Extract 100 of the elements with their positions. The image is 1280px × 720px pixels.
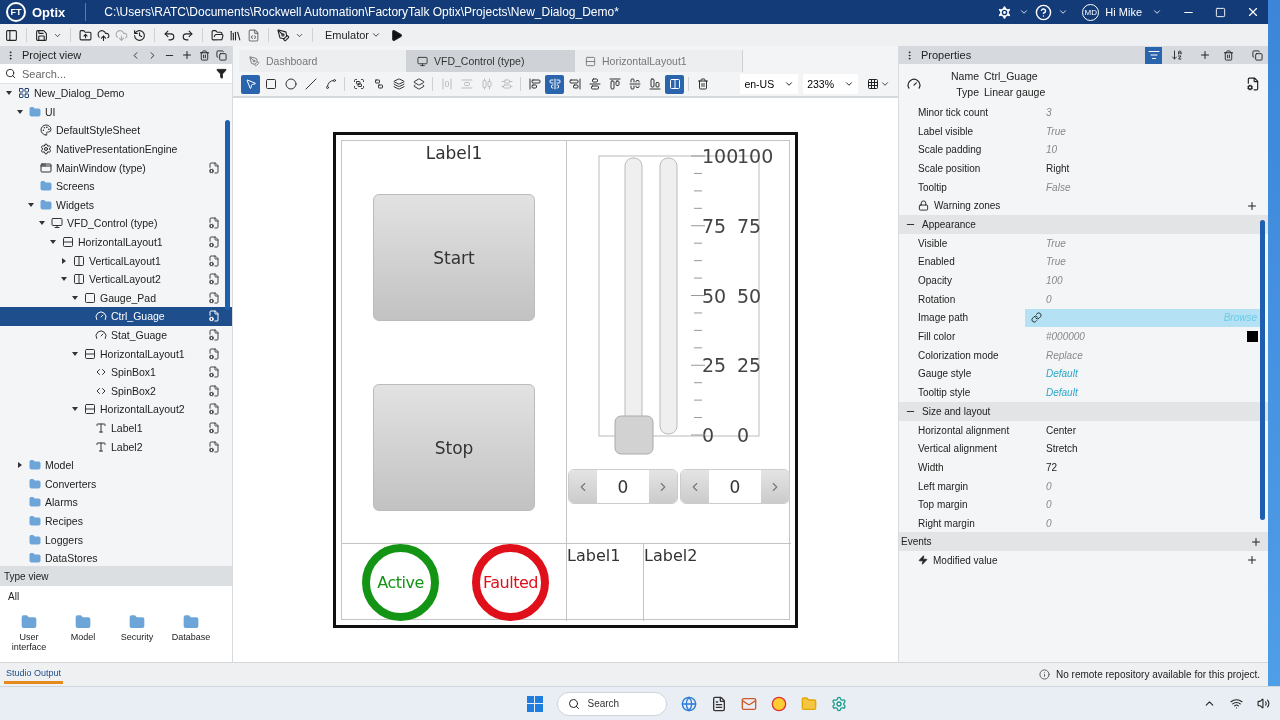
tool-button[interactable] [545, 74, 564, 94]
filter-label[interactable]: All [0, 586, 232, 606]
caret-icon[interactable] [28, 202, 34, 207]
tree-item[interactable]: UI [0, 102, 232, 122]
help-icon[interactable] [1035, 3, 1053, 21]
type-item[interactable]: Model [58, 614, 108, 643]
delete-icon[interactable] [1223, 49, 1234, 61]
caret-icon[interactable] [72, 351, 78, 356]
settings-icon[interactable] [996, 3, 1014, 21]
add-icon[interactable] [181, 49, 193, 61]
type-item[interactable]: Database [166, 614, 216, 643]
tree-item[interactable]: SpinBox2 [0, 381, 232, 401]
document-icon[interactable] [710, 695, 727, 712]
tree-item[interactable]: VerticalLayout2 [0, 269, 232, 289]
wifi-icon[interactable] [1230, 697, 1243, 710]
property-value[interactable]: #000000 [1025, 327, 1258, 346]
settings-file-icon[interactable] [1246, 76, 1260, 91]
caret-icon[interactable] [61, 277, 67, 282]
property-value[interactable]: Stretch [1025, 439, 1258, 458]
caret-icon[interactable] [62, 257, 66, 264]
add-icon[interactable] [1250, 535, 1262, 548]
property-group-row[interactable]: Warning zones [899, 196, 1268, 216]
scrollbar[interactable] [225, 120, 230, 310]
settings-file-icon[interactable] [208, 422, 220, 434]
property-value[interactable]: 0 [1025, 290, 1258, 309]
tree-item[interactable]: VFD_Control (type) [0, 214, 232, 233]
tree-item[interactable]: HorizontalLayout1 [0, 344, 232, 363]
caret-icon[interactable] [39, 221, 45, 226]
caret-icon[interactable] [72, 295, 78, 300]
property-value[interactable]: 0 [1025, 495, 1258, 514]
tree-item[interactable]: NativePresentationEngine [0, 139, 232, 159]
close-icon[interactable] [1246, 5, 1260, 19]
section-header[interactable]: Size and layout [899, 402, 1268, 421]
tree-item[interactable]: New_Dialog_Demo [0, 84, 232, 103]
scrollbar[interactable] [1260, 220, 1265, 520]
pen-icon[interactable] [277, 28, 290, 42]
type-item[interactable]: Security [112, 614, 162, 643]
tree-item[interactable]: Gauge_Pad [0, 288, 232, 308]
tree-item[interactable]: Loggers [0, 530, 232, 549]
panels-icon[interactable] [5, 28, 18, 42]
settings-file-icon[interactable] [208, 366, 220, 379]
property-value[interactable]: 0 [1025, 477, 1258, 496]
search-field[interactable]: Search [585, 697, 646, 710]
search-field[interactable]: Search... [20, 66, 212, 81]
add-icon[interactable] [1246, 554, 1258, 567]
caret-icon[interactable] [50, 240, 56, 245]
tree-item[interactable]: DataStores [0, 548, 232, 566]
settings-file-icon[interactable] [208, 329, 220, 341]
editor-tab[interactable]: HorizontalLayout1 [575, 50, 743, 72]
globe-icon[interactable] [680, 695, 697, 712]
tree-item[interactable]: Converters [0, 474, 232, 494]
zoom-dropdown[interactable]: 233% [803, 74, 858, 94]
property-value[interactable]: Center [1025, 421, 1258, 440]
editor-tab[interactable]: Dashboard [239, 50, 407, 72]
settings-file-icon[interactable] [208, 440, 220, 453]
caret-icon[interactable] [1058, 7, 1069, 17]
design-button[interactable]: Start [373, 194, 535, 321]
tree-item[interactable]: Ctrl_Guage [0, 307, 232, 326]
library-icon[interactable] [229, 28, 242, 42]
tool-button[interactable] [241, 74, 260, 94]
maximize-icon[interactable] [1215, 6, 1226, 18]
settings-file-icon[interactable] [208, 217, 220, 230]
slider-thumb[interactable] [614, 415, 654, 455]
code-icon[interactable] [247, 28, 260, 42]
copy-icon[interactable] [1252, 49, 1263, 61]
settings-file-icon[interactable] [208, 236, 220, 249]
color-swatch[interactable] [1247, 331, 1258, 343]
user-name[interactable]: Hi Mike [1105, 6, 1142, 18]
folder-up-icon[interactable] [79, 28, 92, 42]
add-icon[interactable] [1199, 49, 1211, 61]
folder-icon[interactable] [211, 28, 224, 42]
property-value[interactable]: 72 [1025, 458, 1258, 477]
undo-icon[interactable] [163, 28, 176, 42]
settings-file-icon[interactable] [208, 254, 220, 267]
caret-icon[interactable] [1152, 7, 1162, 17]
start-icon[interactable] [526, 695, 543, 712]
circle-icon[interactable] [770, 695, 787, 712]
tree-item[interactable]: Label1 [0, 418, 232, 438]
sort-button[interactable] [1145, 46, 1162, 64]
settings-file-icon[interactable] [208, 403, 220, 416]
tree-item[interactable]: Screens [0, 176, 232, 196]
settings-file-icon[interactable] [208, 384, 220, 397]
filter-icon[interactable] [216, 68, 227, 79]
save-icon[interactable] [35, 28, 48, 42]
tree-item[interactable]: Recipes [0, 511, 232, 531]
design-button[interactable]: Stop [373, 384, 535, 511]
volume-icon[interactable] [1257, 697, 1270, 710]
caret-icon[interactable] [1019, 7, 1030, 17]
tree-item[interactable]: Model [0, 455, 232, 475]
search-bar[interactable]: Search... [0, 64, 232, 84]
settings-file-icon[interactable] [208, 347, 220, 360]
history-icon[interactable] [133, 28, 146, 42]
delete-icon[interactable] [199, 49, 210, 61]
language-dropdown[interactable]: en-US [740, 74, 799, 94]
property-value[interactable]: Right [1025, 159, 1258, 178]
tree-item[interactable]: DefaultStyleSheet [0, 121, 232, 140]
tree-item[interactable]: Stat_Guage [0, 325, 232, 345]
settings-file-icon[interactable] [208, 273, 220, 286]
mail-icon[interactable] [740, 695, 757, 712]
caret-icon[interactable] [17, 109, 23, 114]
